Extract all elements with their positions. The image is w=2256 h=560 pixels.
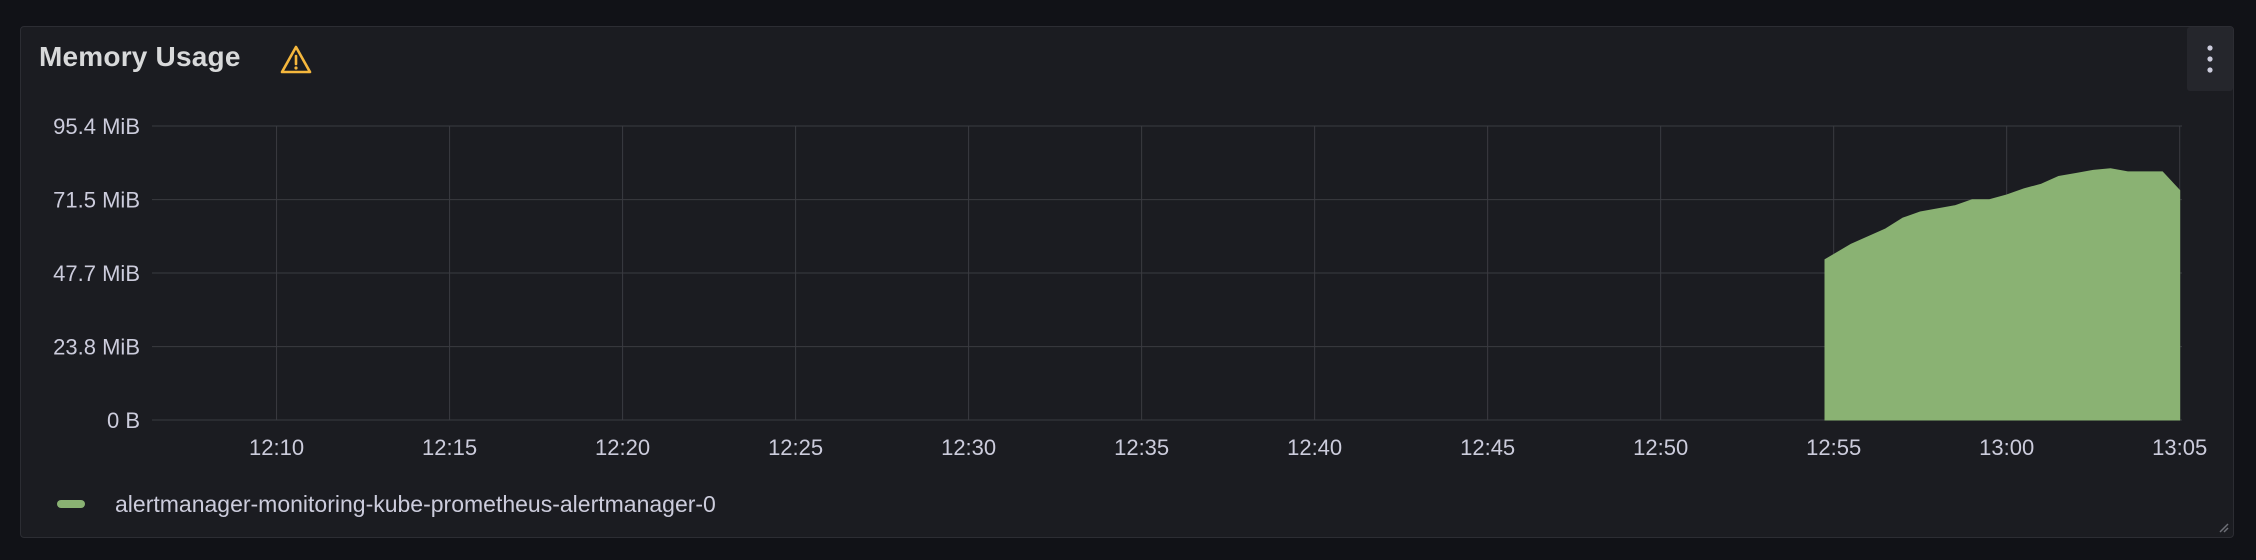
- memory-usage-chart: 0 B 23.8 MiB 47.7 MiB 71.5 MiB 95.4 MiB 12:10…: [53, 114, 2207, 460]
- y-tick-label: 23.8 MiB: [53, 335, 140, 360]
- y-tick-label: 95.4 MiB: [53, 114, 140, 139]
- x-tick-label: 12:20: [595, 435, 650, 460]
- y-tick-label: 0 B: [107, 408, 140, 433]
- x-tick-label: 12:15: [422, 435, 477, 460]
- x-tick-label: 12:40: [1287, 435, 1342, 460]
- x-tick-label: 12:25: [768, 435, 823, 460]
- x-tick-label: 12:35: [1114, 435, 1169, 460]
- y-tick-label: 71.5 MiB: [53, 188, 140, 213]
- x-tick-label: 12:45: [1460, 435, 1515, 460]
- x-tick-label: 13:05: [2152, 435, 2207, 460]
- x-tick-label: 13:00: [1979, 435, 2034, 460]
- x-tick-label: 12:55: [1806, 435, 1861, 460]
- y-tick-label: 47.7 MiB: [53, 261, 140, 286]
- x-tick-label: 12:50: [1633, 435, 1688, 460]
- series-area: [1824, 168, 2181, 421]
- x-tick-label: 12:30: [941, 435, 996, 460]
- x-tick-label: 12:10: [249, 435, 304, 460]
